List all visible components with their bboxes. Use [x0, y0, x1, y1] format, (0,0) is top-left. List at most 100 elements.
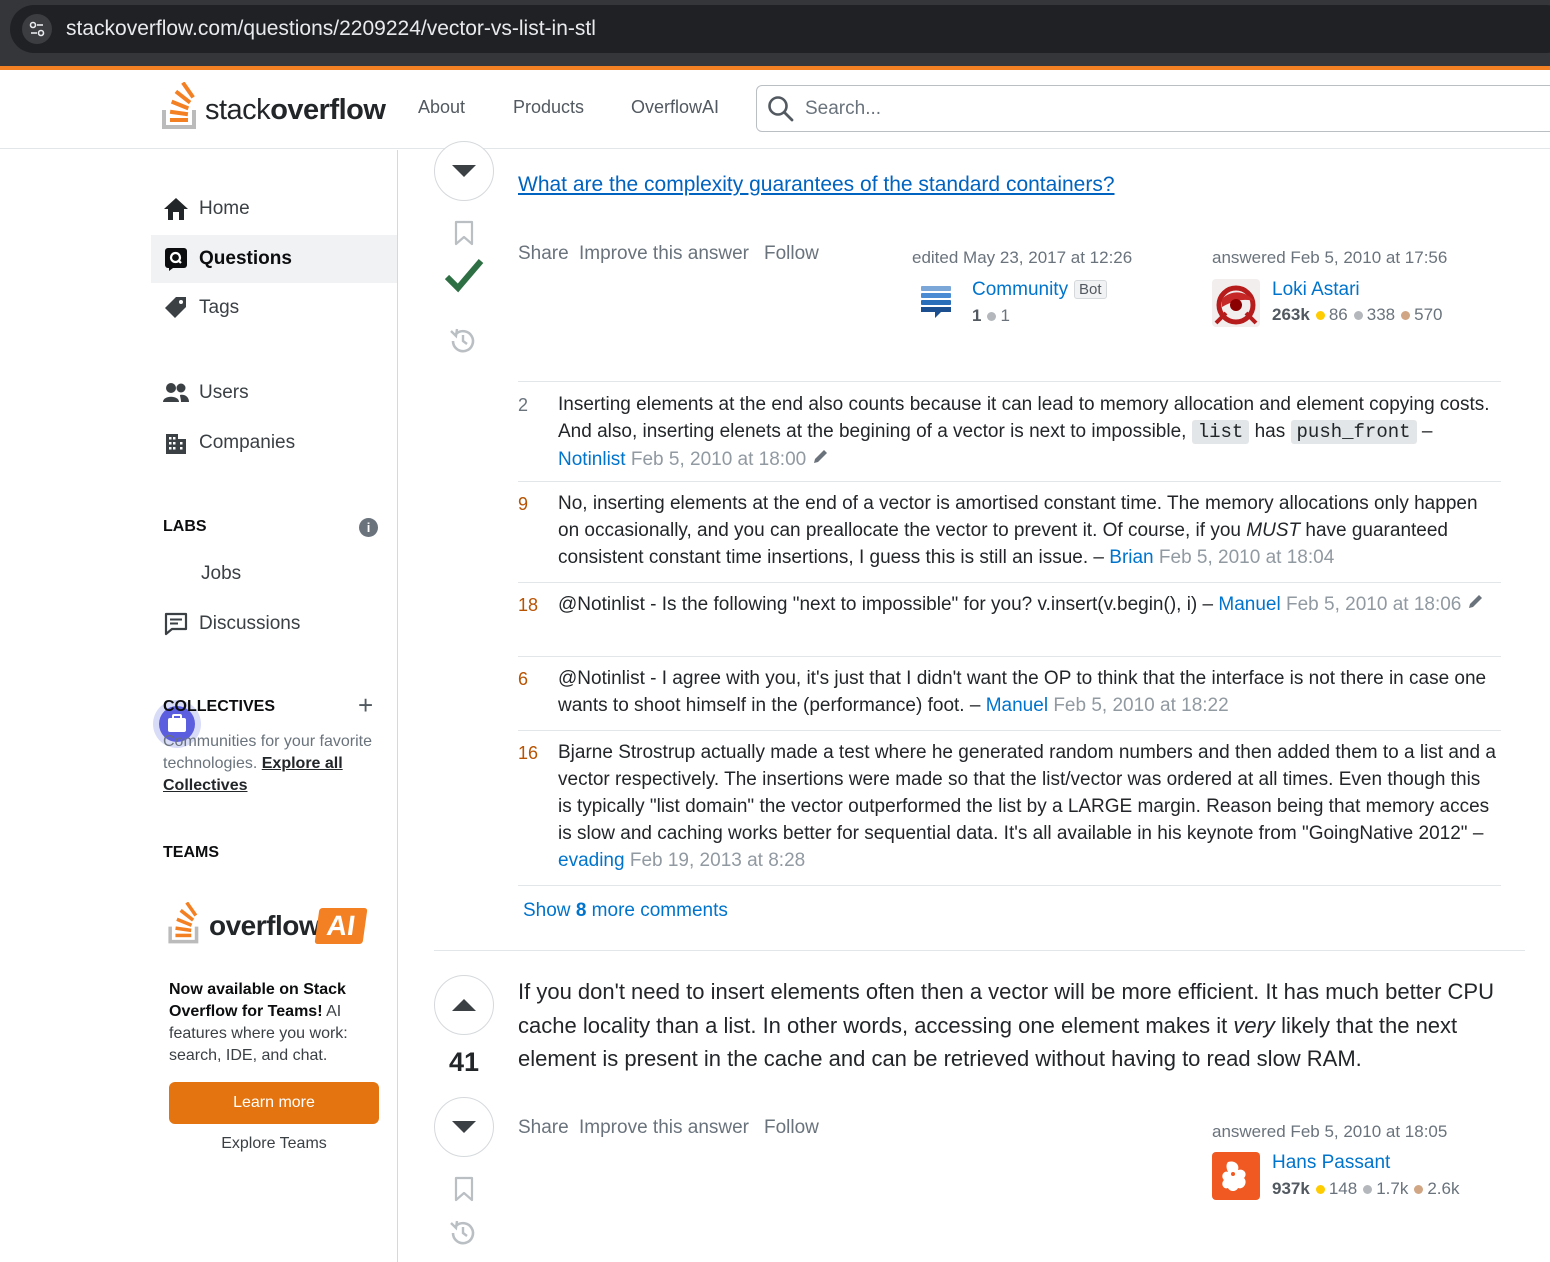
show-more-comments-link[interactable]: Show 8 more comments	[523, 900, 728, 922]
add-collective-icon[interactable]: +	[358, 692, 373, 718]
sidebar-item-label: Discussions	[199, 613, 301, 634]
follow-link[interactable]: Follow	[764, 1117, 819, 1139]
edited-timestamp[interactable]: edited May 23, 2017 at 12:26	[912, 248, 1132, 268]
author-avatar[interactable]	[1212, 1152, 1260, 1200]
url-text[interactable]: stackoverflow.com/questions/2209224/vect…	[66, 17, 596, 41]
silver-badge-icon	[987, 311, 997, 321]
overflowai-logo: overflow AI	[167, 902, 377, 947]
left-sidebar: Home Questions Tags Users Companies LABS…	[0, 150, 398, 1262]
silver-badge-icon	[1363, 1184, 1373, 1194]
improve-answer-link[interactable]: Improve this answer	[579, 1117, 749, 1139]
stackoverflow-logo[interactable]: stackoverflow	[162, 82, 387, 132]
comment-date: Feb 19, 2013 at 8:28	[629, 850, 806, 871]
address-bar[interactable]: stackoverflow.com/questions/2209224/vect…	[10, 5, 1550, 53]
sidebar-item-companies[interactable]: Companies	[151, 419, 397, 467]
editor-reputation: 11	[972, 306, 1010, 326]
upvote-button[interactable]	[434, 975, 494, 1035]
stackoverflow-logo-icon	[168, 902, 199, 944]
site-settings-icon[interactable]	[22, 14, 52, 44]
logo-text-light: stack	[205, 94, 271, 126]
comment-author[interactable]: Manuel	[1218, 594, 1280, 615]
comment-text: Bjarne Strostrup actually made a test wh…	[558, 742, 1496, 844]
browser-toolbar: stackoverflow.com/questions/2209224/vect…	[0, 0, 1550, 66]
comment-score: 16	[518, 743, 539, 763]
follow-link[interactable]: Follow	[764, 243, 819, 265]
comment: 16 Bjarne Strostrup actually made a test…	[518, 731, 1501, 886]
downvote-button[interactable]	[434, 141, 494, 201]
site-header: stackoverflow About Products OverflowAI	[0, 70, 1550, 149]
edited-pencil-icon	[1467, 591, 1485, 618]
author-rep: 937k	[1272, 1179, 1310, 1198]
sidebar-item-tags[interactable]: Tags	[151, 284, 397, 332]
accepted-check-icon	[444, 256, 484, 296]
author-gold: 148	[1328, 1179, 1358, 1198]
search-icon	[767, 95, 795, 128]
comment-emphasis: MUST	[1246, 520, 1301, 541]
improve-answer-link[interactable]: Improve this answer	[579, 243, 749, 265]
explore-teams-link[interactable]: Explore Teams	[169, 1135, 379, 1153]
share-link[interactable]: Share	[518, 1117, 569, 1139]
community-avatar[interactable]	[919, 283, 953, 321]
nav-about[interactable]: About	[418, 97, 465, 118]
tag-icon	[163, 295, 189, 321]
comment-body: Inserting elements at the end also count…	[558, 391, 1498, 473]
bookmark-icon[interactable]	[452, 219, 476, 247]
building-icon	[163, 430, 189, 456]
nav-overflowai[interactable]: OverflowAI	[631, 97, 719, 118]
sidebar-item-questions[interactable]: Questions	[151, 235, 397, 283]
editor-rep: 1	[972, 306, 982, 325]
comment-author[interactable]: Manuel	[986, 695, 1048, 716]
answer-divider	[434, 950, 1525, 951]
comment-body: @Notinlist - I agree with you, it's just…	[558, 668, 1487, 716]
sidebar-item-users[interactable]: Users	[151, 369, 397, 417]
sidebar-item-label: Companies	[199, 432, 296, 453]
logo-text-bold: overflow	[270, 94, 386, 126]
answered-timestamp: answered Feb 5, 2010 at 18:05	[1212, 1122, 1448, 1141]
show-more-suffix: more comments	[591, 900, 728, 921]
sidebar-item-discussions[interactable]: Discussions	[151, 600, 397, 648]
info-icon[interactable]: i	[359, 518, 378, 537]
author-avatar[interactable]	[1212, 279, 1260, 327]
comment-author[interactable]: Brian	[1109, 547, 1153, 568]
share-link[interactable]: Share	[518, 243, 569, 265]
bookmark-icon[interactable]	[452, 1175, 476, 1203]
history-icon[interactable]	[447, 1217, 479, 1249]
sidebar-item-label: Tags	[199, 297, 240, 318]
author-name[interactable]: Hans Passant	[1272, 1152, 1390, 1174]
author-rep: 263k	[1272, 305, 1310, 324]
author-gold: 86	[1328, 305, 1348, 324]
history-icon[interactable]	[447, 325, 479, 357]
comment-score: 9	[518, 494, 529, 514]
learn-more-button[interactable]: Learn more	[169, 1082, 379, 1124]
search-input[interactable]	[805, 96, 1545, 122]
users-icon	[163, 380, 189, 406]
editor-silver: 1	[1000, 306, 1010, 325]
editor-name[interactable]: Community	[972, 279, 1068, 301]
sidebar-item-home[interactable]: Home	[151, 185, 397, 233]
search-box[interactable]	[756, 85, 1550, 132]
overflowai-text: overflow	[209, 910, 321, 941]
sidebar-item-jobs[interactable]: Jobs	[190, 550, 390, 598]
downvote-button[interactable]	[434, 1097, 494, 1157]
arrow-up-icon	[452, 999, 476, 1011]
comment-body: Bjarne Strostrup actually made a test wh…	[558, 742, 1496, 871]
author-name[interactable]: Loki Astari	[1272, 279, 1360, 301]
comments-list: 2 Inserting elements at the end also cou…	[518, 381, 1501, 886]
comment-text: has	[1254, 421, 1286, 442]
comment-author[interactable]: Notinlist	[558, 449, 626, 470]
comment-score: 2	[518, 395, 529, 415]
collectives-heading: COLLECTIVES	[163, 698, 276, 715]
collectives-description: Communities for your favorite technologi…	[163, 731, 388, 797]
gold-badge-icon	[1315, 1184, 1325, 1194]
comment: 2 Inserting elements at the end also cou…	[518, 382, 1501, 482]
comment-author[interactable]: evading	[558, 850, 625, 871]
teams-desc-bold: Now available on Stack Overflow for Team…	[169, 981, 346, 1020]
author-bronze: 570	[1414, 305, 1443, 324]
comment: 6 @Notinlist - I agree with you, it's ju…	[518, 657, 1501, 731]
author-reputation: 937k 148 1.7k 2.6k	[1272, 1179, 1459, 1199]
sidebar-item-label: Users	[199, 382, 249, 403]
comment-body: No, inserting elements at the end of a v…	[558, 493, 1478, 568]
nav-products[interactable]: Products	[513, 97, 584, 118]
duplicate-question-link[interactable]: What are the complexity guarantees of th…	[518, 173, 1115, 197]
comment-score: 18	[518, 595, 539, 615]
